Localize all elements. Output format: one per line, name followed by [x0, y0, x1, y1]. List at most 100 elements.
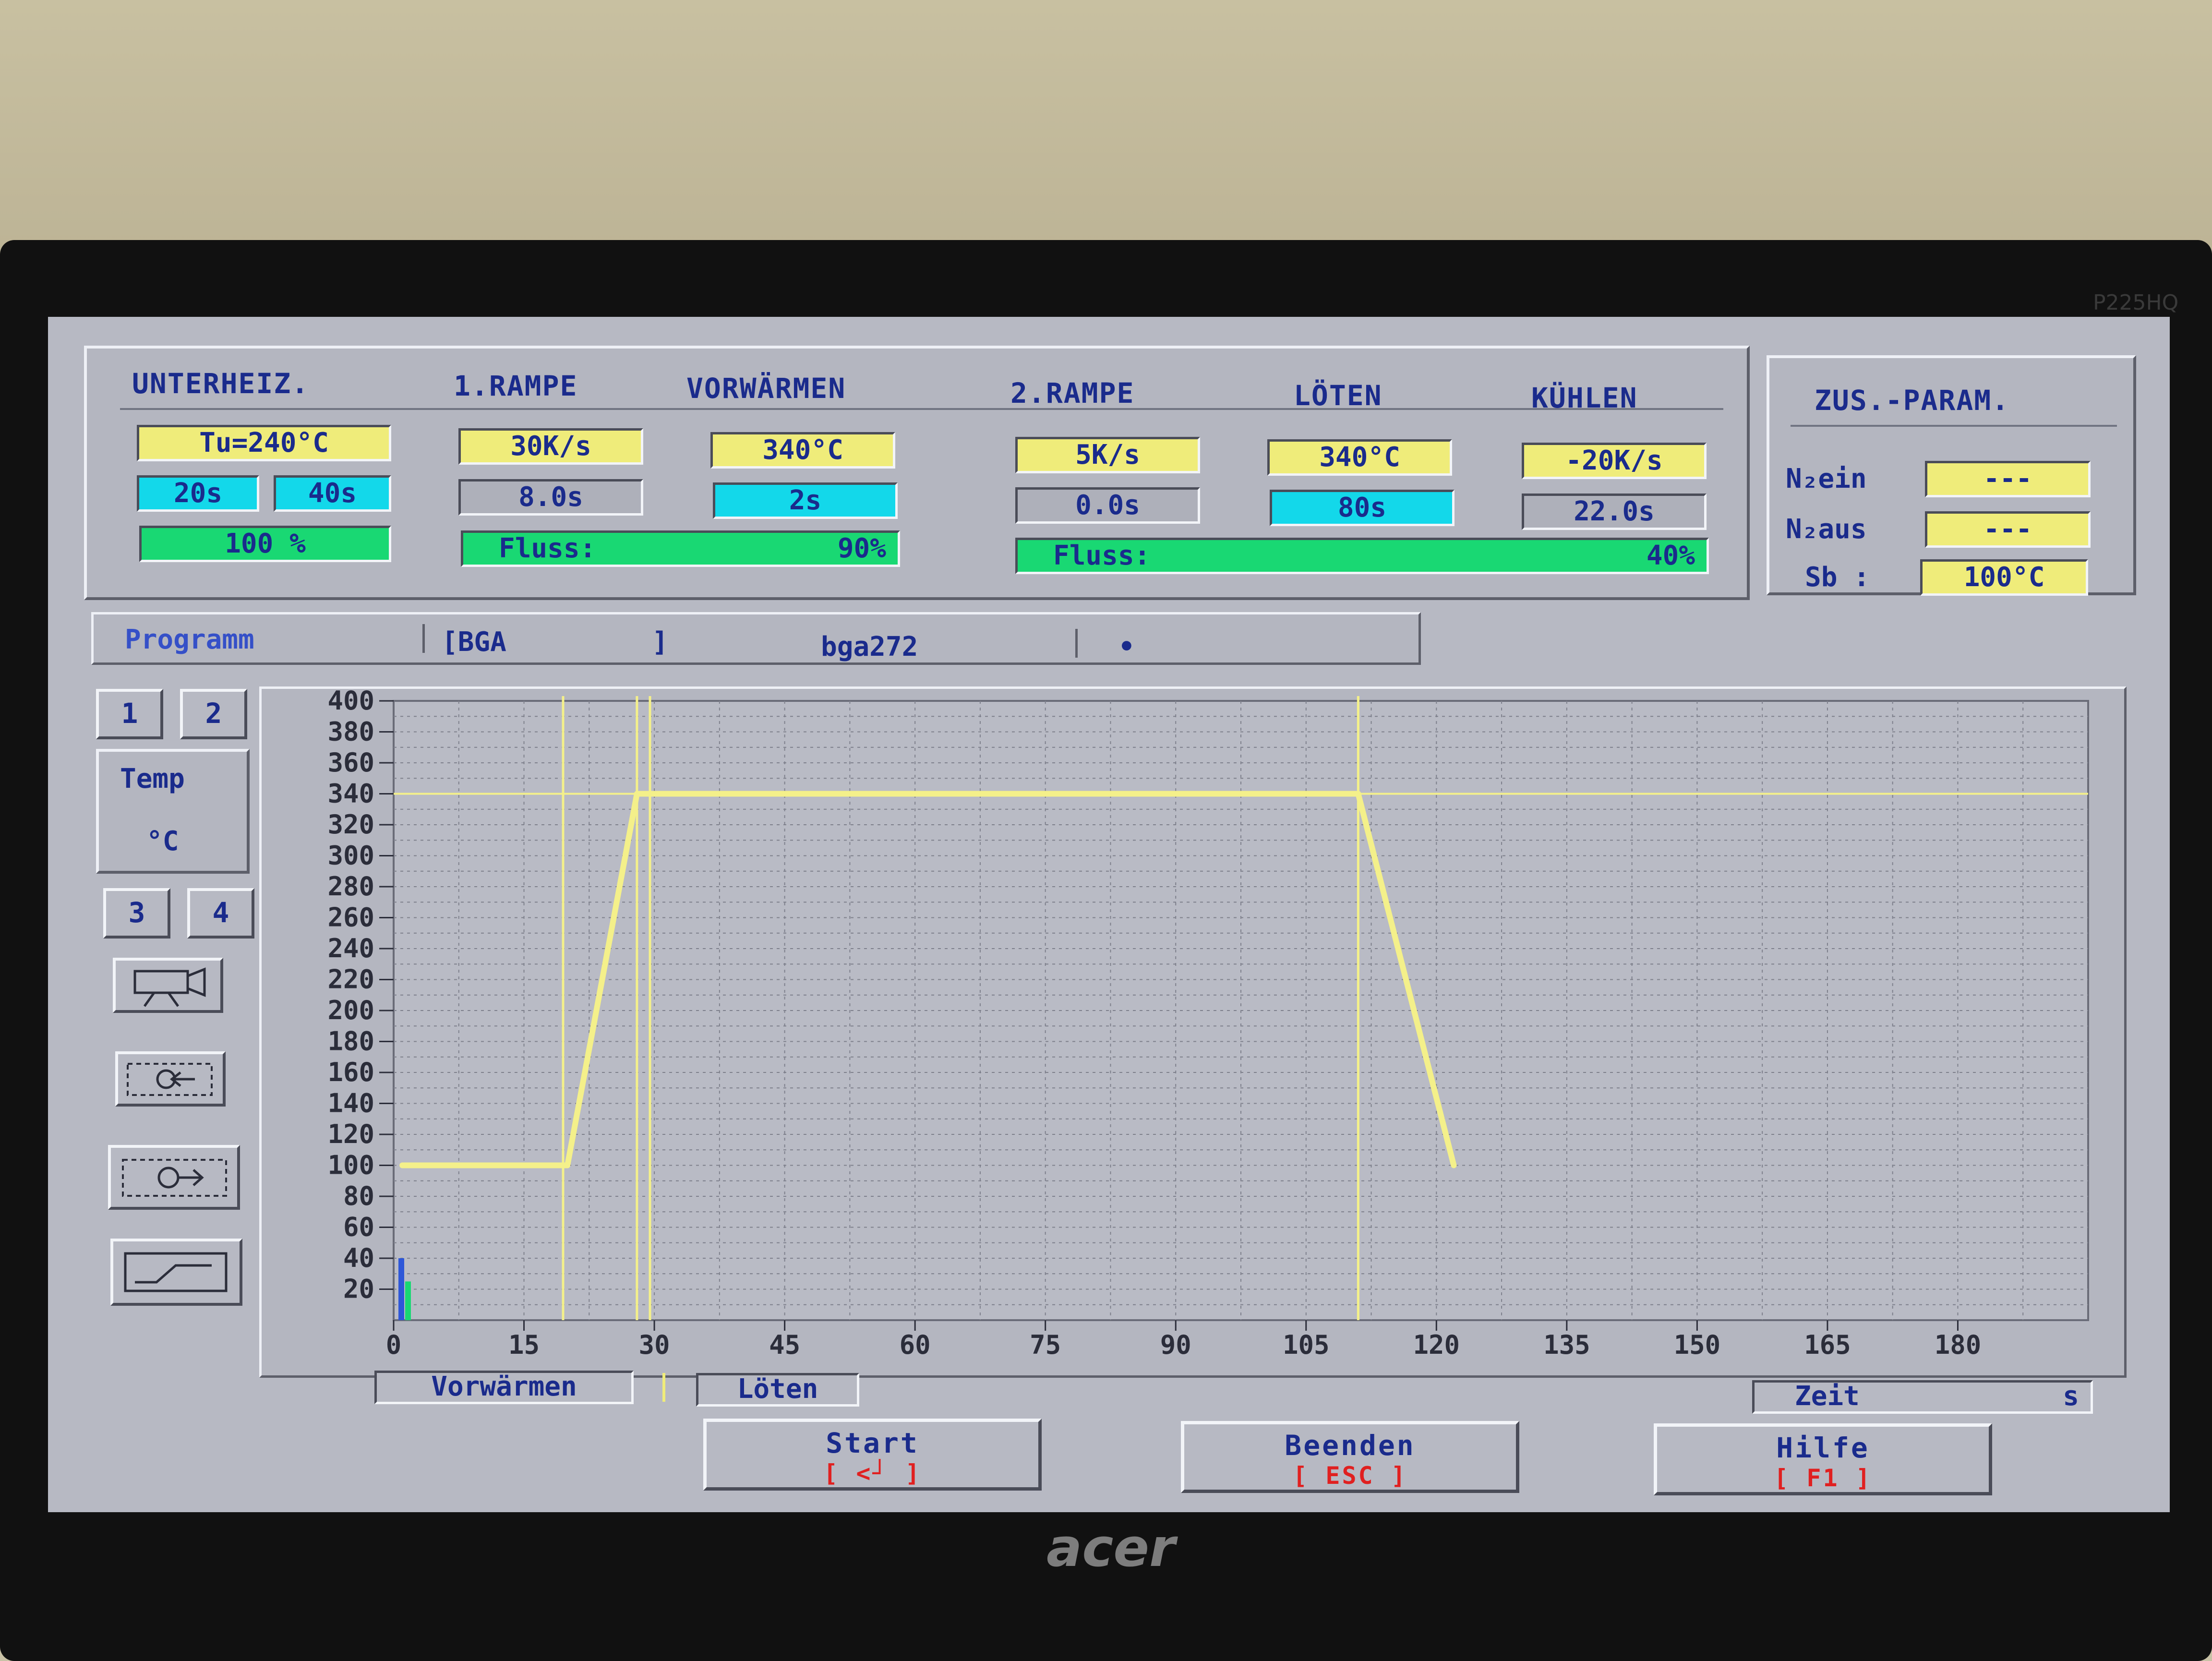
- camera-icon: [133, 967, 206, 1007]
- header-unterheiz: UNTERHEIZ.: [132, 367, 310, 400]
- curve-4-button[interactable]: 4: [187, 888, 254, 939]
- x-tick-label: 105: [1283, 1330, 1330, 1360]
- start-label: Start: [826, 1427, 919, 1459]
- program-divider-2: [1075, 629, 1078, 658]
- zoom-out-icon: [127, 1063, 213, 1096]
- x-tick-label: 120: [1413, 1330, 1460, 1360]
- sb-label: Sb :: [1805, 562, 1870, 593]
- fluss1-value: 90%: [837, 533, 886, 564]
- y-tick-label: 20: [343, 1274, 374, 1304]
- y-tick-label: 40: [343, 1243, 374, 1273]
- y-tick-label: 300: [327, 841, 374, 871]
- y-tick-label: 120: [327, 1119, 374, 1149]
- camera-button[interactable]: [113, 958, 223, 1013]
- x-tick-label: 15: [508, 1330, 540, 1360]
- x-tick-label: 60: [900, 1330, 931, 1360]
- sb-field[interactable]: 100°C: [1920, 559, 2088, 596]
- unterheiz-power-field[interactable]: 100 %: [139, 526, 391, 562]
- x-tick-label: 135: [1543, 1330, 1590, 1360]
- zeit-unit: s: [2063, 1381, 2079, 1412]
- x-tick-label: 180: [1935, 1330, 1982, 1360]
- zoom-in-button[interactable]: [108, 1145, 240, 1210]
- n2-aus-field[interactable]: ---: [1925, 511, 2091, 548]
- n2-aus-label: N₂aus: [1786, 514, 1867, 545]
- beenden-key: [ ESC ]: [1293, 1462, 1407, 1490]
- y-tick-label: 160: [327, 1057, 374, 1087]
- y-tick-label: 180: [327, 1026, 374, 1057]
- zoom-in-icon: [122, 1159, 227, 1197]
- x-tick-label: 30: [639, 1330, 670, 1360]
- y-tick-label: 400: [327, 686, 374, 716]
- live-bar-green: [405, 1281, 411, 1320]
- wall: [0, 0, 2212, 250]
- unterheiz-temp-field[interactable]: Tu=240°C: [137, 425, 391, 461]
- program-marker: •: [1118, 631, 1135, 662]
- fluss1-field[interactable]: Fluss: 90%: [461, 530, 900, 567]
- hilfe-key: [ F1 ]: [1774, 1464, 1872, 1492]
- y-tick-label: 100: [327, 1150, 374, 1180]
- x-tick-label: 75: [1030, 1330, 1061, 1360]
- header-loeten: LÖTEN: [1294, 379, 1382, 412]
- y-tick-label: 60: [343, 1212, 374, 1242]
- hilfe-label: Hilfe: [1776, 1432, 1870, 1464]
- curve-3-button[interactable]: 3: [103, 888, 170, 939]
- rampe1-rate-field[interactable]: 30K/s: [458, 428, 643, 465]
- hilfe-button[interactable]: Hilfe [ F1 ]: [1654, 1423, 1992, 1495]
- y-tick-label: 140: [327, 1088, 374, 1119]
- rampe2-time-field[interactable]: 0.0s: [1015, 487, 1200, 524]
- unterheiz-time1-field[interactable]: 20s: [137, 475, 259, 512]
- y-tick-label: 280: [327, 871, 374, 902]
- start-button[interactable]: Start [ <┘ ]: [703, 1419, 1042, 1491]
- monitor-brand-logo: acer: [1046, 1517, 1176, 1578]
- program-label: Programm: [125, 624, 254, 655]
- header-separator: [120, 408, 1723, 410]
- rampe1-time-field[interactable]: 8.0s: [458, 479, 643, 516]
- tab-loeten[interactable]: Löten: [696, 1373, 859, 1407]
- y-tick-label: 200: [327, 995, 374, 1025]
- monitor-model: P225HQ: [2093, 290, 2179, 315]
- header-rampe1: 1.RAMPE: [454, 370, 578, 402]
- kuehlen-time-field[interactable]: 22.0s: [1522, 493, 1707, 530]
- x-tick-label: 150: [1674, 1330, 1721, 1360]
- x-tick-label: 0: [386, 1330, 402, 1360]
- temperature-profile-chart: 2040608010012014016018020022024026028030…: [327, 686, 2089, 1360]
- header-rampe2: 2.RAMPE: [1010, 377, 1135, 409]
- x-tick-label: 90: [1160, 1330, 1191, 1360]
- temp-axis-label: Temp: [120, 763, 185, 794]
- profile-point: [399, 1162, 406, 1168]
- curve-2-button[interactable]: 2: [180, 689, 247, 739]
- profile-point: [1451, 1162, 1457, 1168]
- program-divider-1: [422, 624, 425, 653]
- program-group[interactable]: [BGA ]: [442, 626, 668, 658]
- n2-ein-field[interactable]: ---: [1925, 461, 2091, 497]
- zeit-axis-label: Zeit s: [1752, 1380, 2093, 1414]
- header-vorwaermen: VORWÄRMEN: [686, 372, 846, 405]
- loeten-time-field[interactable]: 80s: [1270, 490, 1455, 526]
- live-bar-blue: [398, 1258, 404, 1320]
- rampe2-rate-field[interactable]: 5K/s: [1015, 437, 1200, 473]
- y-tick-label: 220: [327, 964, 374, 995]
- fluss2-value: 40%: [1646, 540, 1695, 571]
- zeit-label: Zeit: [1795, 1381, 1860, 1412]
- fluss1-label: Fluss:: [499, 533, 596, 564]
- program-name[interactable]: bga272: [821, 631, 918, 662]
- beenden-button[interactable]: Beenden [ ESC ]: [1181, 1421, 1519, 1493]
- profile-view-button[interactable]: [110, 1239, 242, 1306]
- vorwaermen-time-field[interactable]: 2s: [713, 482, 898, 519]
- unterheiz-time2-field[interactable]: 40s: [274, 475, 391, 512]
- zoom-out-button[interactable]: [115, 1051, 226, 1107]
- y-tick-label: 260: [327, 903, 374, 933]
- n2-ein-label: N₂ein: [1786, 463, 1867, 494]
- curve-1-button[interactable]: 1: [96, 689, 163, 739]
- profile-point: [565, 1162, 571, 1168]
- x-tick-label: 165: [1804, 1330, 1851, 1360]
- y-tick-label: 80: [343, 1181, 374, 1211]
- profile-curve-icon: [124, 1252, 228, 1292]
- loeten-temp-field[interactable]: 340°C: [1267, 439, 1452, 476]
- kuehlen-rate-field[interactable]: -20K/s: [1522, 443, 1707, 479]
- y-tick-label: 240: [327, 933, 374, 963]
- profile-point: [634, 791, 640, 797]
- vorwaermen-temp-field[interactable]: 340°C: [710, 432, 895, 469]
- zus-separator: [1791, 425, 2117, 427]
- fluss2-field[interactable]: Fluss: 40%: [1015, 538, 1709, 574]
